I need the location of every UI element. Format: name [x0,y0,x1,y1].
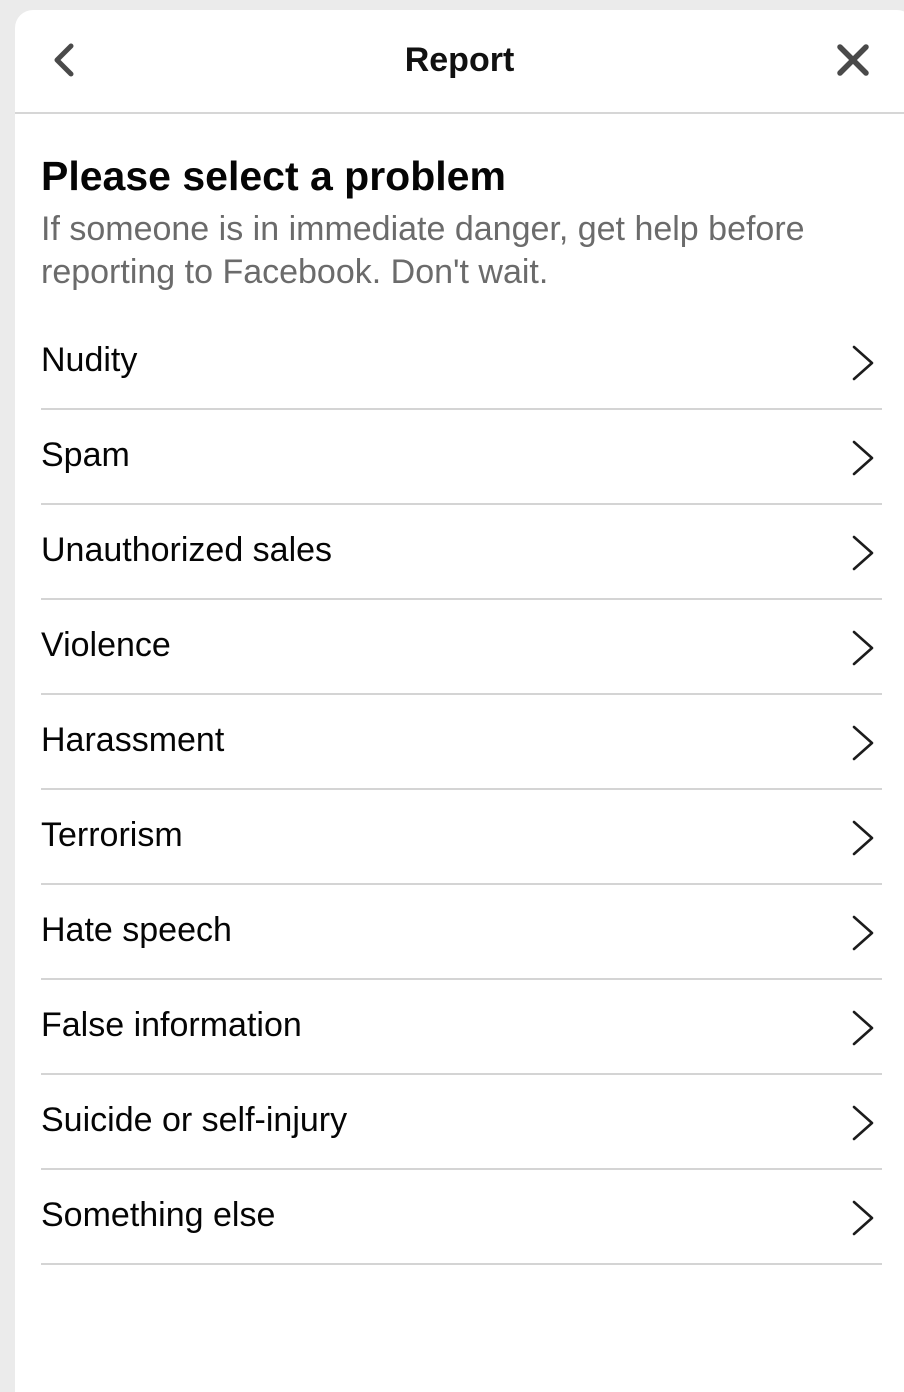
problem-item-unauthorized-sales[interactable]: Unauthorized sales [41,505,882,600]
problem-label: Terrorism [41,816,183,854]
chevron-right-icon [852,1105,874,1141]
chevron-right-icon [852,535,874,571]
problem-label: Spam [41,436,130,474]
close-icon [837,44,869,76]
chevron-right-icon [852,345,874,381]
dialog-header: Report [15,10,904,114]
chevron-right-icon [852,915,874,951]
chevron-right-icon [852,1200,874,1236]
problem-item-nudity[interactable]: Nudity [41,315,882,410]
problem-item-terrorism[interactable]: Terrorism [41,790,882,885]
problem-label: Nudity [41,341,138,379]
close-button[interactable] [833,40,873,80]
problem-label: Violence [41,626,171,664]
problem-item-harassment[interactable]: Harassment [41,695,882,790]
chevron-right-icon [852,440,874,476]
problem-item-hate-speech[interactable]: Hate speech [41,885,882,980]
report-dialog: Report Please select a problem If someon… [15,10,904,1392]
problem-label: Harassment [41,721,225,759]
chevron-right-icon [852,1010,874,1046]
chevron-right-icon [852,820,874,856]
problem-label: Hate speech [41,911,232,949]
problem-item-violence[interactable]: Violence [41,600,882,695]
problem-item-spam[interactable]: Spam [41,410,882,505]
problem-label: Unauthorized sales [41,531,333,569]
problem-item-false-information[interactable]: False information [41,980,882,1075]
problem-label: Suicide or self-injury [41,1101,348,1139]
dialog-title: Report [404,41,515,79]
chevron-right-icon [852,725,874,761]
intro-section: Please select a problem If someone is in… [15,114,904,294]
problem-list: Nudity Spam Unauthorized sales Violence … [41,315,882,1265]
chevron-right-icon [852,630,874,666]
problem-item-something-else[interactable]: Something else [41,1170,882,1265]
problem-label: False information [41,1006,302,1044]
problem-label: Something else [41,1196,276,1234]
problem-item-suicide-or-self-injury[interactable]: Suicide or self-injury [41,1075,882,1170]
intro-description: If someone is in immediate danger, get h… [41,210,805,291]
page-heading: Please select a problem [41,153,506,199]
